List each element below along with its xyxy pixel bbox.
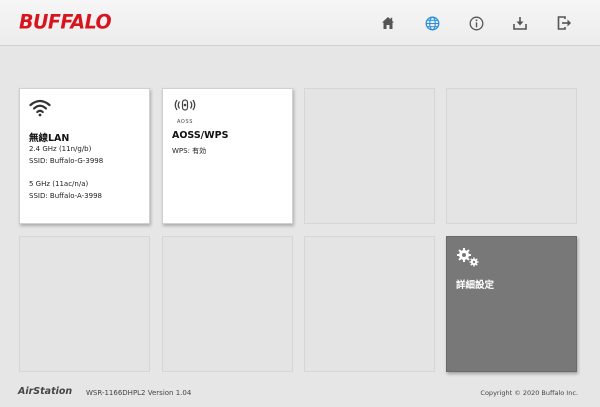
- empty-tile: [304, 88, 435, 224]
- gears-icon: [456, 246, 480, 272]
- buffalo-logo: BUFFALO: [19, 10, 112, 34]
- advanced-settings-tile[interactable]: 詳細設定: [446, 236, 577, 372]
- band-5ghz-label: 5 GHz (11ac/n/a): [29, 180, 89, 188]
- ssid-24ghz-label: SSID: Buffalo-G-3998: [29, 157, 104, 165]
- home-button[interactable]: [366, 11, 410, 35]
- firmware-version: WSR-1166DHPL2 Version 1.04: [86, 389, 192, 397]
- band-24ghz-label: 2.4 GHz (11n/g/b): [29, 145, 92, 153]
- empty-tile: [446, 88, 577, 224]
- ssid-5ghz-label: SSID: Buffalo-A-3998: [29, 192, 102, 200]
- empty-tile: [304, 236, 435, 372]
- wps-status-label: WPS: 有効: [172, 147, 207, 155]
- aoss-icon: AOSS: [172, 98, 198, 125]
- globe-icon: [425, 16, 439, 30]
- internet-button[interactable]: [410, 11, 454, 35]
- aoss-wps-title: AOSS/WPS: [172, 130, 229, 141]
- logout-icon: [557, 16, 571, 30]
- empty-tile: [162, 236, 293, 372]
- download-icon: [513, 17, 527, 30]
- info-button[interactable]: [454, 11, 498, 35]
- home-icon: [382, 17, 394, 29]
- download-button[interactable]: [498, 11, 542, 35]
- airstation-logo: AirStation: [18, 386, 73, 397]
- wifi-icon: [29, 99, 51, 121]
- top-nav: [366, 11, 586, 35]
- copyright-text: Copyright © 2020 Buffalo Inc.: [480, 389, 578, 397]
- empty-tile: [19, 236, 150, 372]
- advanced-settings-title: 詳細設定: [456, 280, 495, 291]
- logout-button[interactable]: [542, 11, 586, 35]
- aoss-wps-tile[interactable]: AOSS AOSS/WPS WPS: 有効: [162, 88, 293, 224]
- wireless-lan-title: 無線LAN: [29, 133, 70, 144]
- header-bar: BUFFALO: [0, 0, 600, 46]
- info-icon: [469, 16, 483, 30]
- footer: AirStation WSR-1166DHPL2 Version 1.04 Co…: [0, 378, 600, 407]
- wireless-lan-tile[interactable]: 無線LAN 2.4 GHz (11n/g/b) SSID: Buffalo-G-…: [19, 88, 150, 224]
